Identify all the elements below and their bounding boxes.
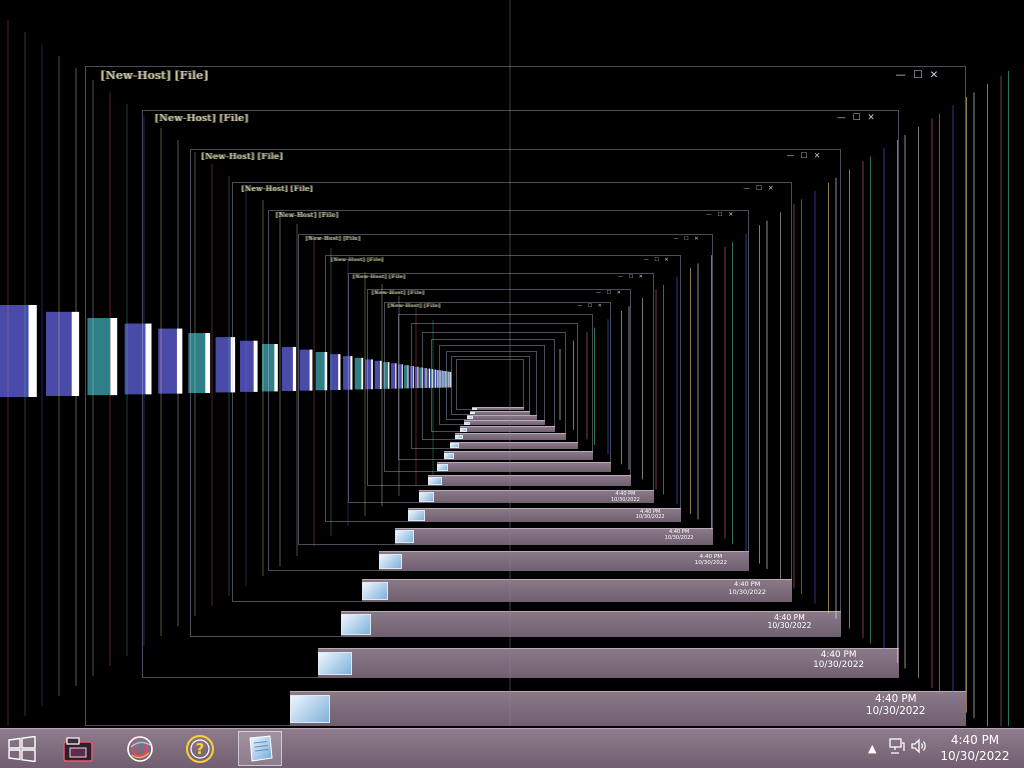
desktop-screen: [New-Host] [File] — ☐ ✕ 4:40 PM 10/30/2022[… — [0, 0, 1024, 768]
system-tray: ▲ 4:40 PM 10/30/2022 — [864, 729, 1024, 768]
taskbar: ? ▲ 4:40 PM 10/30/2022 — [0, 728, 1024, 768]
internet-icon — [127, 735, 153, 762]
windows-logo-icon — [8, 735, 36, 762]
notepad-icon — [249, 734, 273, 762]
speaker-icon[interactable] — [910, 737, 928, 760]
clock-time: 4:40 PM — [950, 733, 1000, 747]
taskbar-help-button[interactable]: ? — [178, 731, 222, 766]
caret-up-icon[interactable]: ▲ — [868, 739, 876, 759]
glitch-vertical-lines — [7, 0, 1009, 726]
svg-text:?: ? — [196, 740, 205, 758]
clock-date: 10/30/2022 — [940, 749, 1010, 763]
help-icon: ? — [186, 734, 214, 763]
taskbar-notepad-button[interactable] — [238, 731, 282, 766]
taskbar-clock[interactable]: 4:40 PM 10/30/2022 — [940, 732, 1010, 764]
network-icon[interactable] — [888, 737, 906, 760]
file-explorer-icon — [63, 736, 93, 762]
start-button[interactable] — [0, 729, 44, 768]
taskbar-internet-button[interactable] — [118, 731, 162, 766]
taskbar-file-explorer-button[interactable] — [56, 731, 100, 766]
